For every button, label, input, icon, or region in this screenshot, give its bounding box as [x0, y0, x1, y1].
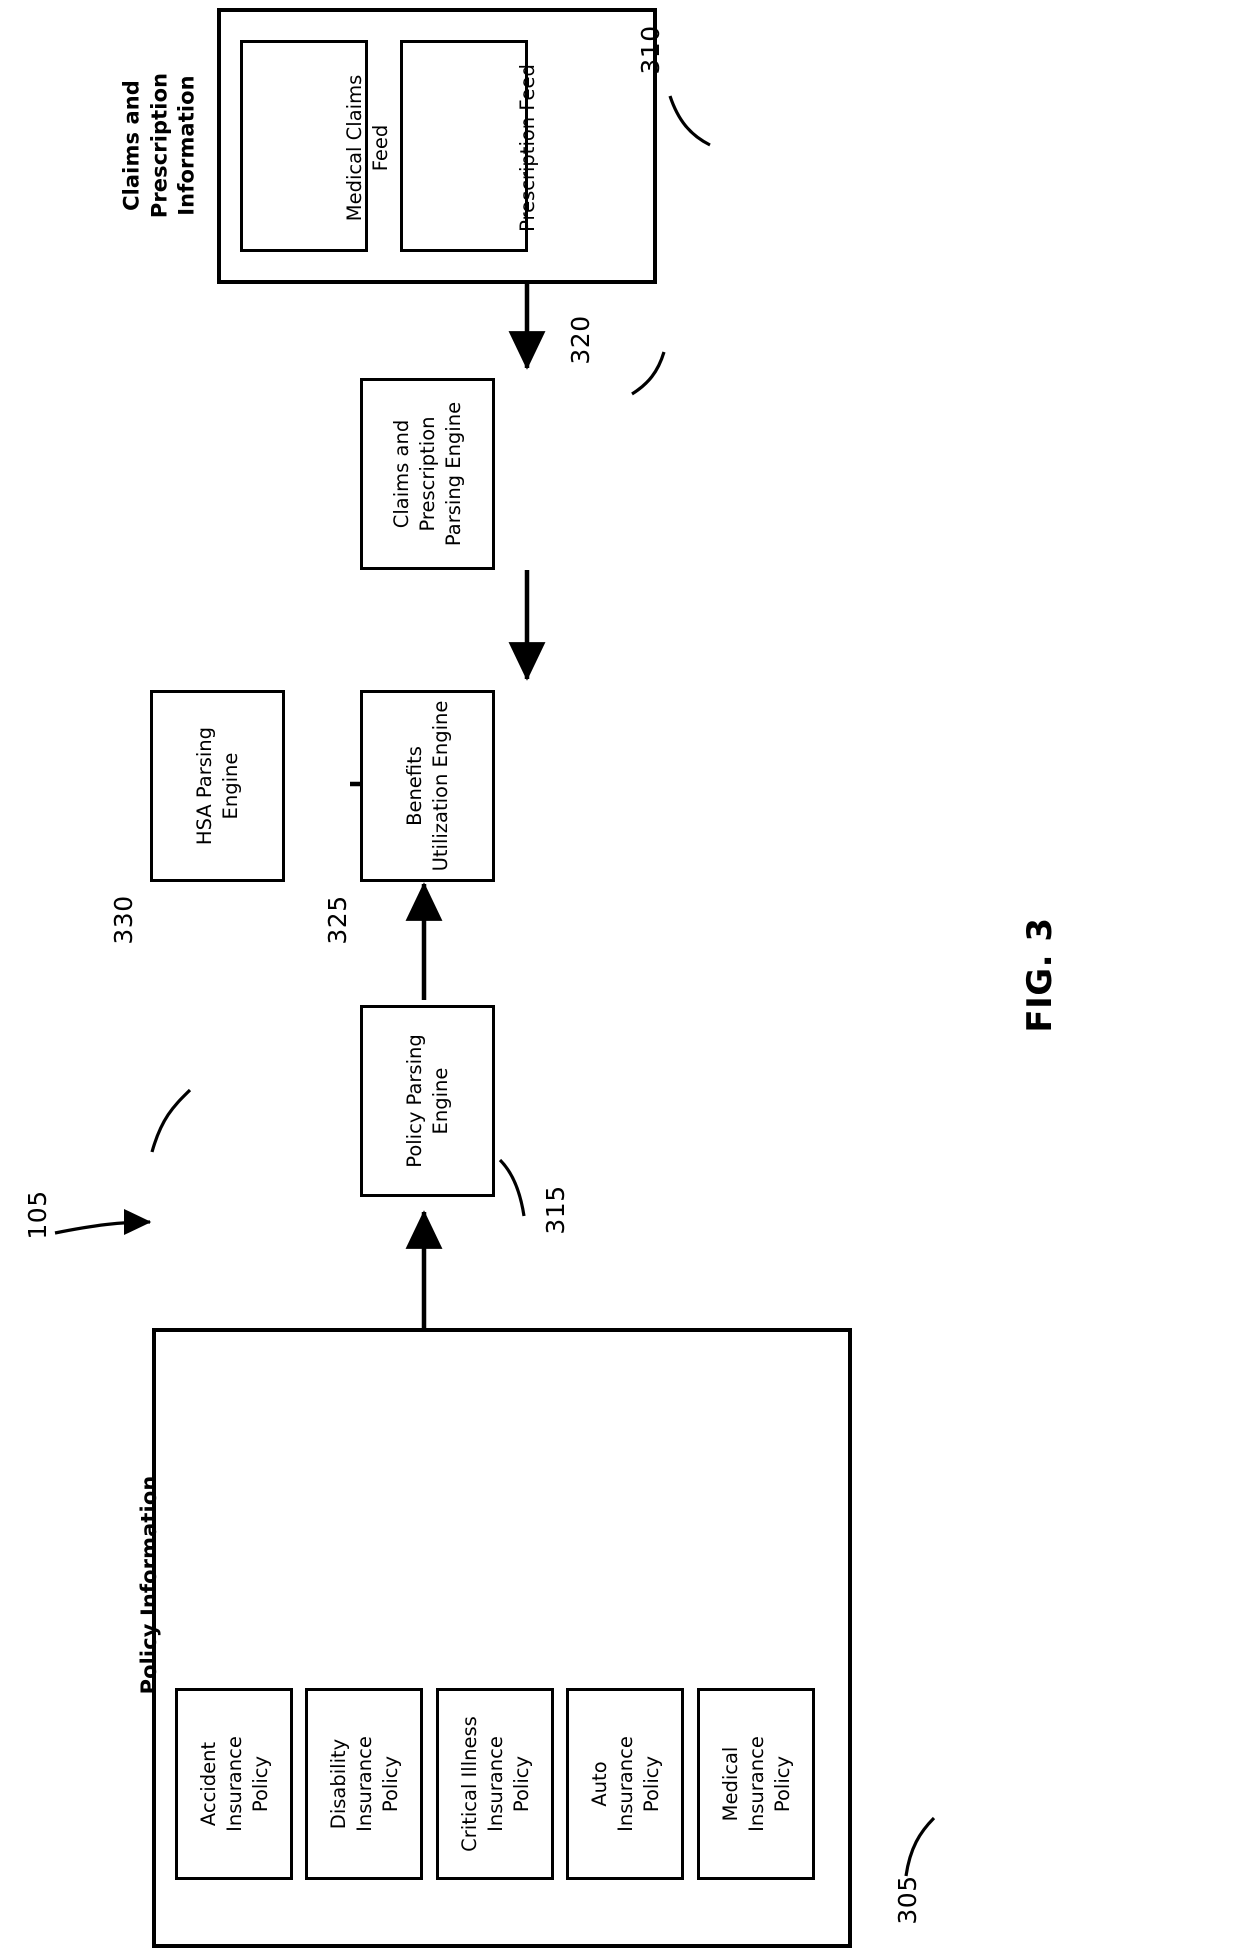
item-medical-claims-feed [240, 40, 368, 252]
leader-line-310 [668, 95, 711, 147]
ref-number-305: 305 [892, 1875, 922, 1925]
leader-line-320 [631, 351, 666, 396]
engine-hsa-parsing-engine [150, 690, 285, 882]
figure-canvas: Claims and Prescription Information Medi… [0, 0, 1240, 1956]
ref-number-330: 330 [108, 895, 138, 945]
engine-policy-parsing-engine [360, 1005, 495, 1197]
figure-label: FIG. 3 [1019, 917, 1060, 1033]
leader-line-315 [498, 1158, 526, 1217]
item-prescription-feed [400, 40, 528, 252]
leader-line-330 [150, 1088, 192, 1153]
item-accident-insurance-policy [175, 1688, 293, 1880]
system-ref-arrow [54, 1208, 152, 1236]
item-auto-insurance-policy [566, 1688, 684, 1880]
leader-line-305 [904, 1816, 936, 1877]
group-title-claims-prescription-information: Claims and Prescription Information [119, 72, 199, 219]
item-medical-insurance-policy [697, 1688, 815, 1880]
ref-number-325: 325 [322, 895, 352, 945]
item-disability-insurance-policy [305, 1688, 423, 1880]
ref-number-105: 105 [22, 1190, 52, 1240]
ref-number-320: 320 [565, 315, 595, 365]
item-critical-illness-insurance-policy [436, 1688, 554, 1880]
ref-number-315: 315 [540, 1185, 570, 1235]
engine-claims-prescription-parsing-engine [360, 378, 495, 570]
engine-benefits-utilization-engine [360, 690, 495, 882]
